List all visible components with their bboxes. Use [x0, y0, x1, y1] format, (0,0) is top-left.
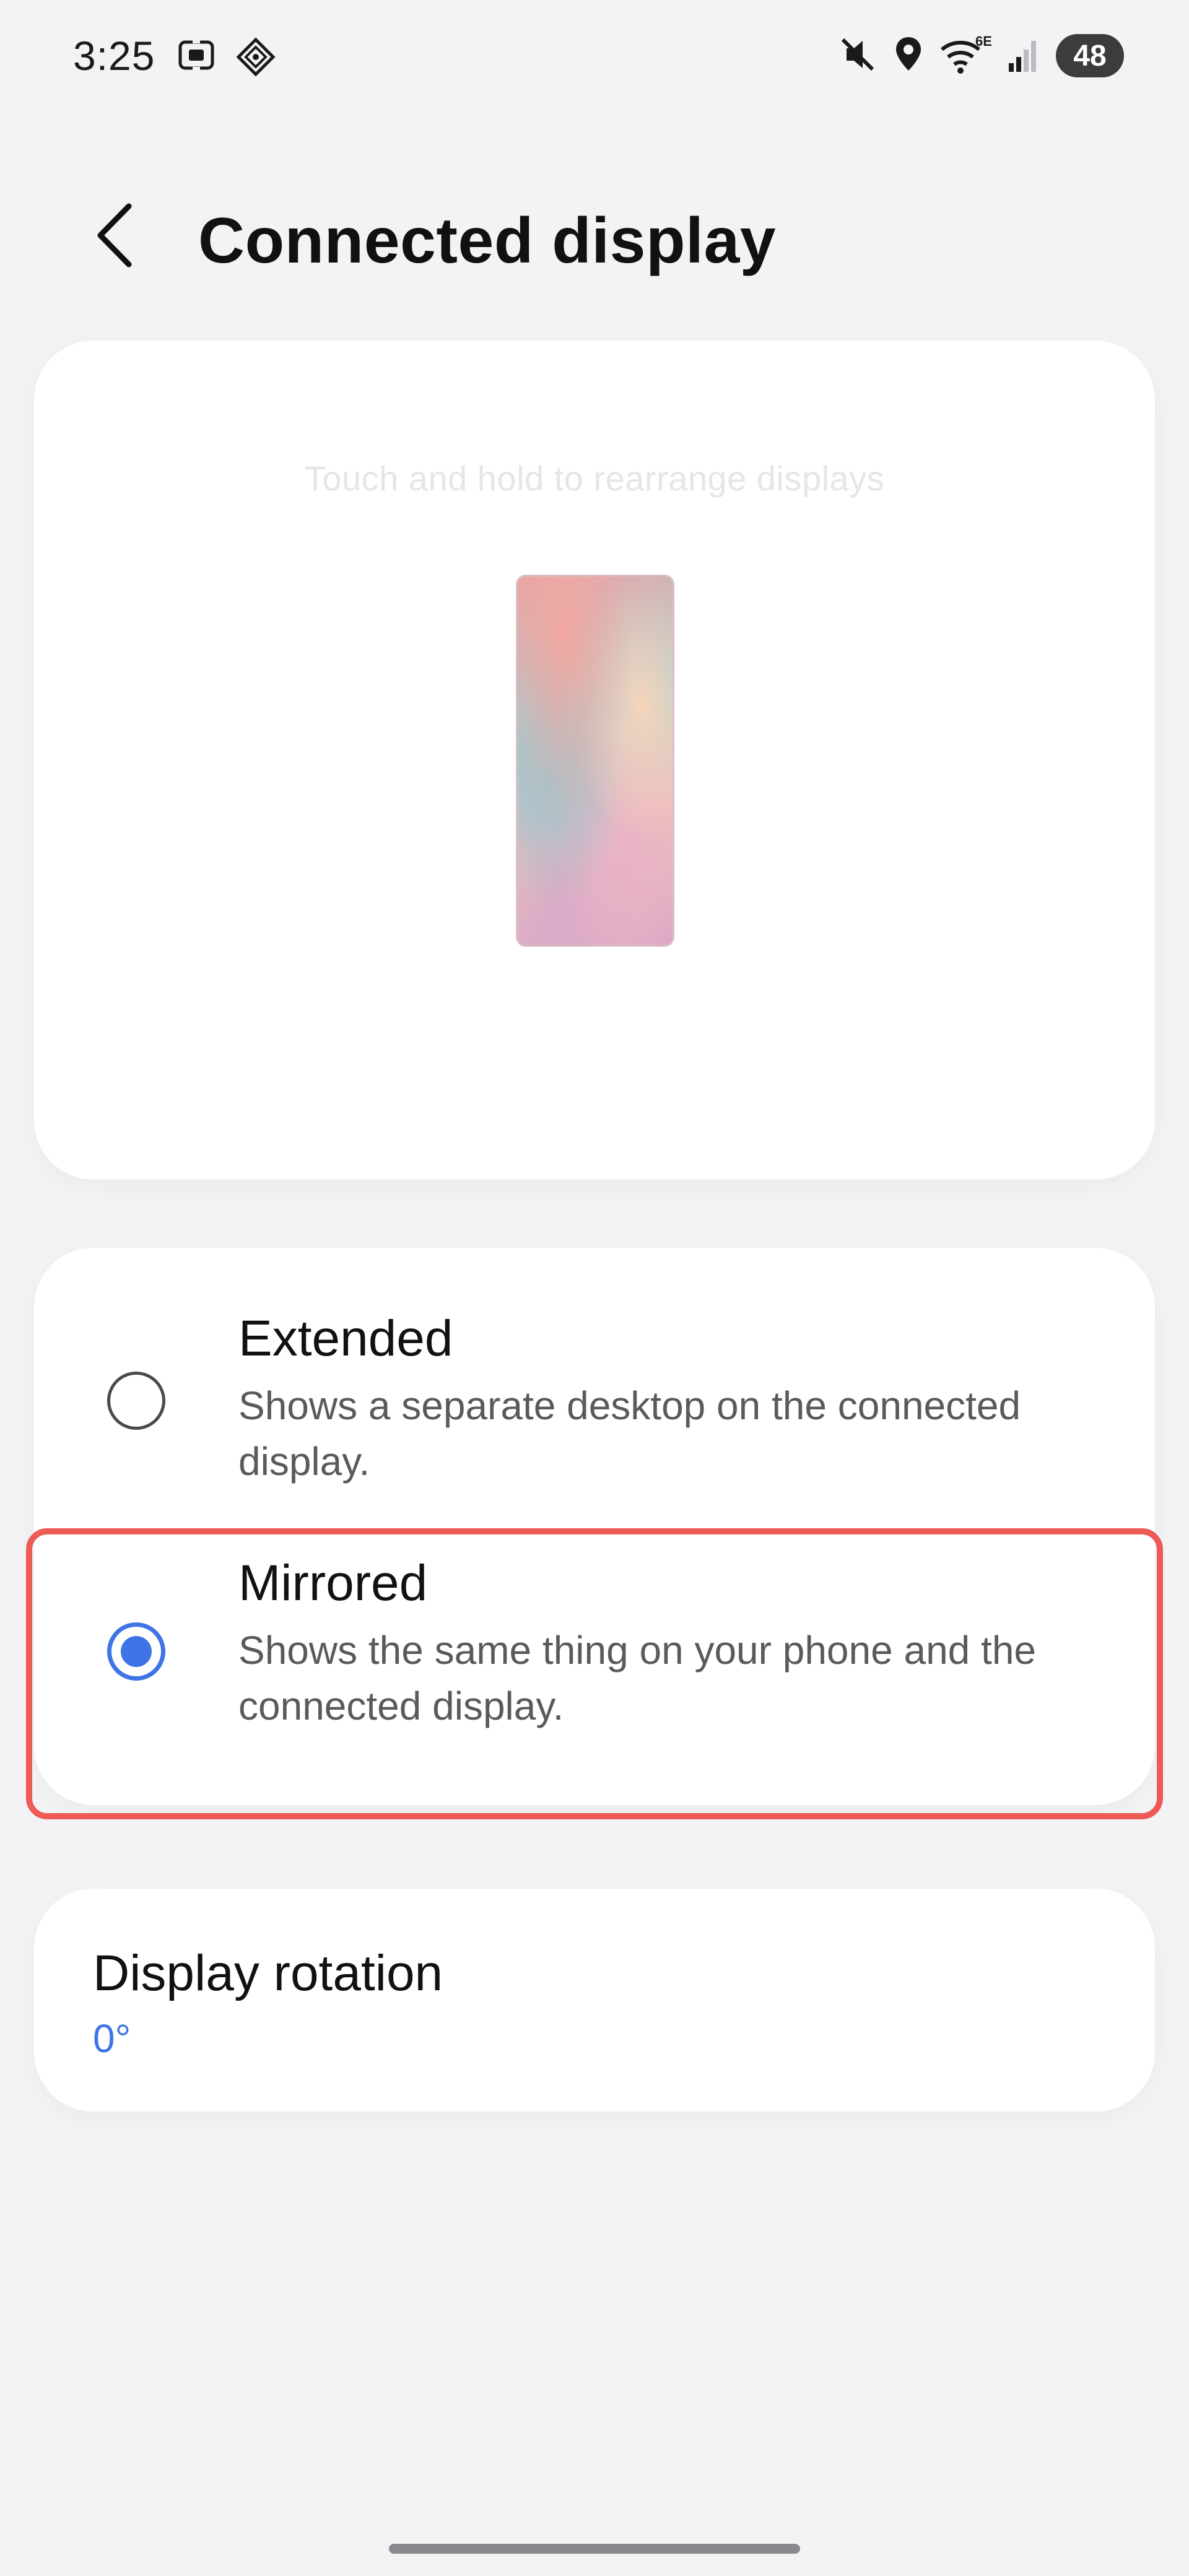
highlight-frame	[26, 1528, 1163, 1819]
extended-description: Shows a separate desktop on the connecte…	[238, 1383, 1021, 1484]
extended-title: Extended	[238, 1310, 453, 1367]
display-rotation-value: 0°	[93, 2016, 131, 2061]
battery-badge: 48	[1056, 34, 1124, 77]
extended-option[interactable]: Extended Shows a separate desktop on the…	[34, 1285, 1155, 1533]
location-icon	[892, 35, 925, 77]
arrange-hint-text: Touch and hold to rearrange displays	[304, 459, 885, 498]
connected-display-thumbnail[interactable]	[516, 575, 674, 947]
back-button[interactable]	[81, 198, 149, 272]
navigation-icon	[236, 37, 276, 80]
status-right-icons: 6E 48	[838, 33, 1124, 77]
display-rotation-row[interactable]: Display rotation 0°	[34, 1889, 1155, 2112]
status-time: 3:25	[73, 33, 155, 79]
display-arrangement-card: Touch and hold to rearrange displays	[34, 341, 1155, 1180]
status-bar: 3:25 6E 48	[0, 0, 1189, 124]
screenshot-icon	[176, 37, 216, 80]
page-title: Connected display	[198, 205, 777, 277]
back-chevron-icon	[97, 203, 132, 268]
display-rotation-title: Display rotation	[93, 1945, 443, 2001]
status-left-icons	[176, 37, 276, 80]
signal-icon	[1006, 35, 1041, 77]
app-header: Connected display	[0, 180, 1189, 291]
mute-icon	[838, 35, 878, 77]
svg-text:6E: 6E	[975, 35, 991, 49]
home-indicator[interactable]	[389, 2544, 800, 2554]
extended-radio[interactable]	[107, 1372, 165, 1430]
wifi-6e-icon: 6E	[939, 33, 992, 77]
